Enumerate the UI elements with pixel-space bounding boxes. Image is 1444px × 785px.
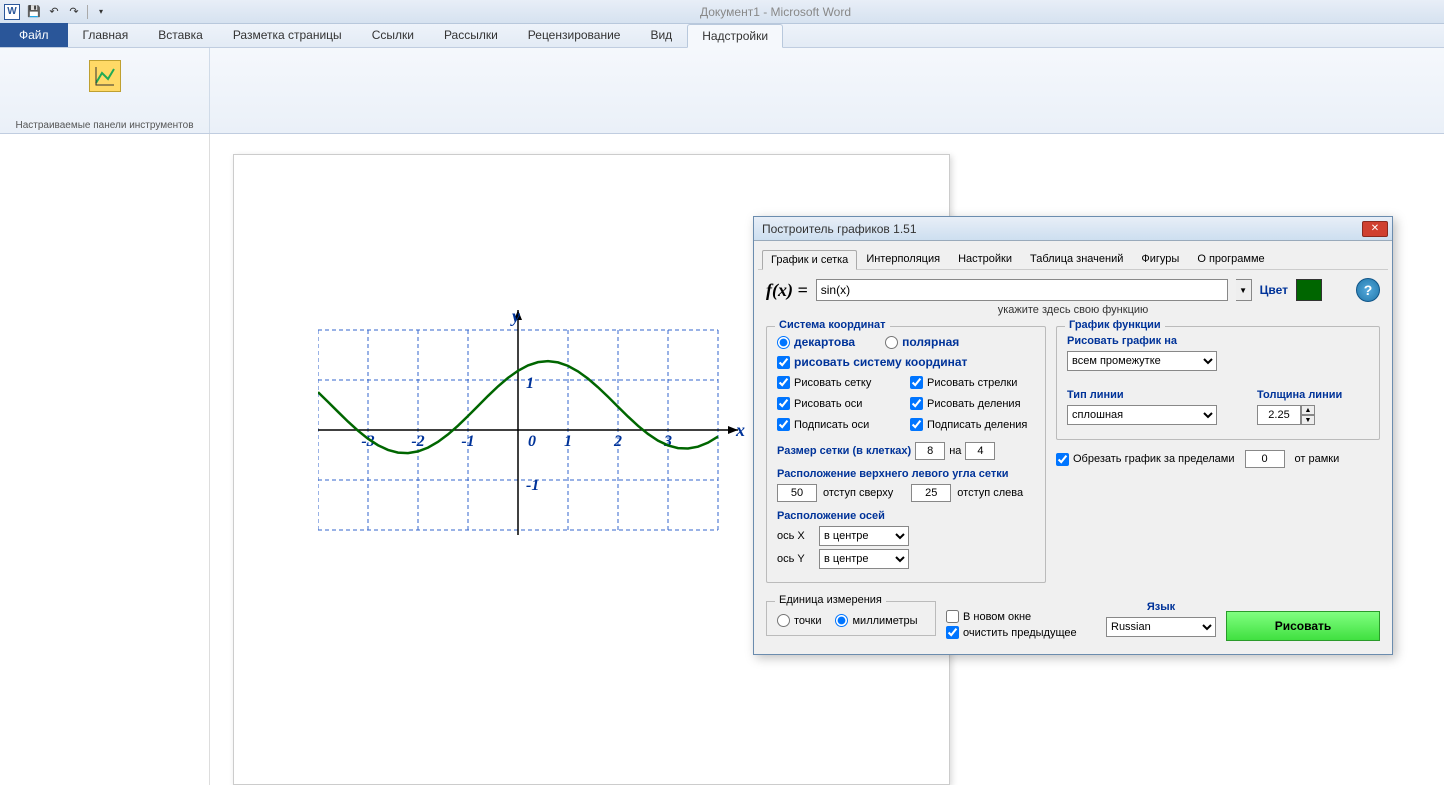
thickness-input[interactable] (1257, 405, 1301, 425)
help-button[interactable]: ? (1356, 278, 1380, 302)
chk-new-window[interactable]: В новом окне (946, 610, 1096, 623)
function-hint: укажите здесь свою функцию (766, 304, 1380, 316)
dialog-titlebar[interactable]: Построитель графиков 1.51 ✕ (754, 217, 1392, 241)
coord-legend: Система координат (775, 319, 890, 331)
chk-clear-previous[interactable]: очистить предыдущее (946, 626, 1096, 639)
graph-builder-dialog: Построитель графиков 1.51 ✕ График и сет… (753, 216, 1393, 655)
word-icon: W (4, 4, 20, 20)
svg-text:y: y (510, 310, 521, 326)
axes-pos-label: Расположение осей (777, 510, 1035, 522)
unit-legend: Единица измерения (775, 594, 886, 606)
ribbon-group-custom-toolbars: Настраиваемые панели инструментов (0, 48, 210, 133)
tab-interpolation[interactable]: Интерполяция (857, 249, 949, 269)
thickness-label: Толщина линии (1257, 389, 1342, 401)
draw-on-label: Рисовать график на (1067, 335, 1369, 347)
undo-icon[interactable]: ↶ (45, 3, 63, 21)
lang-label: Язык (1106, 601, 1216, 613)
tab-graph-grid[interactable]: График и сетка (762, 250, 857, 270)
left-offset-input[interactable] (911, 484, 951, 502)
coord-system-fieldset: Система координат декартова полярная рис… (766, 326, 1046, 583)
left-margin (0, 134, 210, 785)
tab-value-table[interactable]: Таблица значений (1021, 249, 1132, 269)
chk-label-ticks[interactable]: Подписать деления (910, 418, 1035, 431)
color-label: Цвет (1260, 283, 1288, 297)
draw-button[interactable]: Рисовать (1226, 611, 1380, 641)
dialog-title: Построитель графиков 1.51 (758, 222, 1362, 236)
line-type-select[interactable]: сплошная (1067, 405, 1217, 425)
grid-size-label: Размер сетки (в клетках) (777, 445, 911, 457)
tab-file[interactable]: Файл (0, 23, 68, 47)
svg-text:1: 1 (526, 375, 534, 392)
svg-text:2: 2 (613, 433, 622, 450)
tab-view[interactable]: Вид (635, 23, 687, 47)
save-icon[interactable]: 💾 (25, 3, 43, 21)
tab-review[interactable]: Рецензирование (513, 23, 636, 47)
function-input[interactable] (816, 279, 1228, 301)
chk-draw-arrows[interactable]: Рисовать стрелки (910, 376, 1035, 389)
radio-points[interactable]: точки (777, 614, 821, 627)
svg-text:1: 1 (564, 433, 572, 450)
color-picker[interactable] (1296, 279, 1322, 301)
function-dropdown-icon[interactable]: ▼ (1236, 279, 1252, 301)
tab-about[interactable]: О программе (1188, 249, 1273, 269)
graph-builder-button[interactable] (89, 60, 121, 92)
draw-on-select[interactable]: всем промежутке (1067, 351, 1217, 371)
grid-pos-label: Расположение верхнего левого угла сетки (777, 468, 1035, 480)
line-type-label: Тип линии (1067, 389, 1217, 401)
svg-text:0: 0 (528, 433, 536, 450)
tab-shapes[interactable]: Фигуры (1132, 249, 1188, 269)
fx-label: f(x) = (766, 280, 808, 301)
titlebar: W 💾 ↶ ↷ ▾ Документ1 - Microsoft Word (0, 0, 1444, 24)
tab-mailings[interactable]: Рассылки (429, 23, 513, 47)
svg-text:-1: -1 (461, 433, 474, 450)
svg-text:x: x (735, 420, 745, 440)
chk-label-axes[interactable]: Подписать оси (777, 418, 902, 431)
ribbon-group-label: Настраиваемые панели инструментов (15, 120, 193, 131)
tab-settings[interactable]: Настройки (949, 249, 1021, 269)
radio-polar[interactable]: полярная (885, 335, 959, 349)
radio-mm[interactable]: миллиметры (835, 614, 917, 627)
window-title: Документ1 - Microsoft Word (111, 5, 1440, 19)
spin-up-icon[interactable]: ▲ (1301, 405, 1315, 415)
axis-y-select[interactable]: в центре (819, 549, 909, 569)
function-graph-fieldset: График функции Рисовать график на всем п… (1056, 326, 1380, 440)
tab-home[interactable]: Главная (68, 23, 144, 47)
close-button[interactable]: ✕ (1362, 221, 1388, 237)
svg-text:3: 3 (663, 433, 672, 450)
language-select[interactable]: Russian (1106, 617, 1216, 637)
tab-insert[interactable]: Вставка (143, 23, 218, 47)
tab-references[interactable]: Ссылки (357, 23, 429, 47)
grid-height-input[interactable] (965, 442, 995, 460)
top-offset-input[interactable] (777, 484, 817, 502)
tab-addins[interactable]: Надстройки (687, 24, 783, 48)
chk-clip[interactable] (1056, 453, 1069, 466)
chk-draw-system[interactable]: рисовать систему координат (777, 355, 1035, 369)
clip-input[interactable] (1245, 450, 1285, 468)
chk-draw-grid[interactable]: Рисовать сетку (777, 376, 902, 389)
spin-down-icon[interactable]: ▼ (1301, 415, 1315, 425)
chart-icon (94, 65, 116, 87)
axis-x-select[interactable]: в центре (819, 526, 909, 546)
svg-text:-1: -1 (526, 477, 539, 494)
chk-draw-ticks[interactable]: Рисовать деления (910, 397, 1035, 410)
chk-draw-axes[interactable]: Рисовать оси (777, 397, 902, 410)
radio-cartesian[interactable]: декартова (777, 335, 855, 349)
grid-width-input[interactable] (915, 442, 945, 460)
func-legend: График функции (1065, 319, 1165, 331)
svg-text:-2: -2 (411, 433, 424, 450)
function-chart: -3 -2 -1 0 1 2 3 1 -1 x y (318, 310, 758, 553)
qa-dropdown-icon[interactable]: ▾ (92, 3, 110, 21)
tab-layout[interactable]: Разметка страницы (218, 23, 357, 47)
unit-fieldset: Единица измерения точки миллиметры (766, 601, 936, 636)
ribbon-tabs: Файл Главная Вставка Разметка страницы С… (0, 24, 1444, 48)
ribbon-body: Настраиваемые панели инструментов (0, 48, 1444, 134)
dialog-tabs: График и сетка Интерполяция Настройки Та… (758, 245, 1388, 270)
redo-icon[interactable]: ↷ (65, 3, 83, 21)
